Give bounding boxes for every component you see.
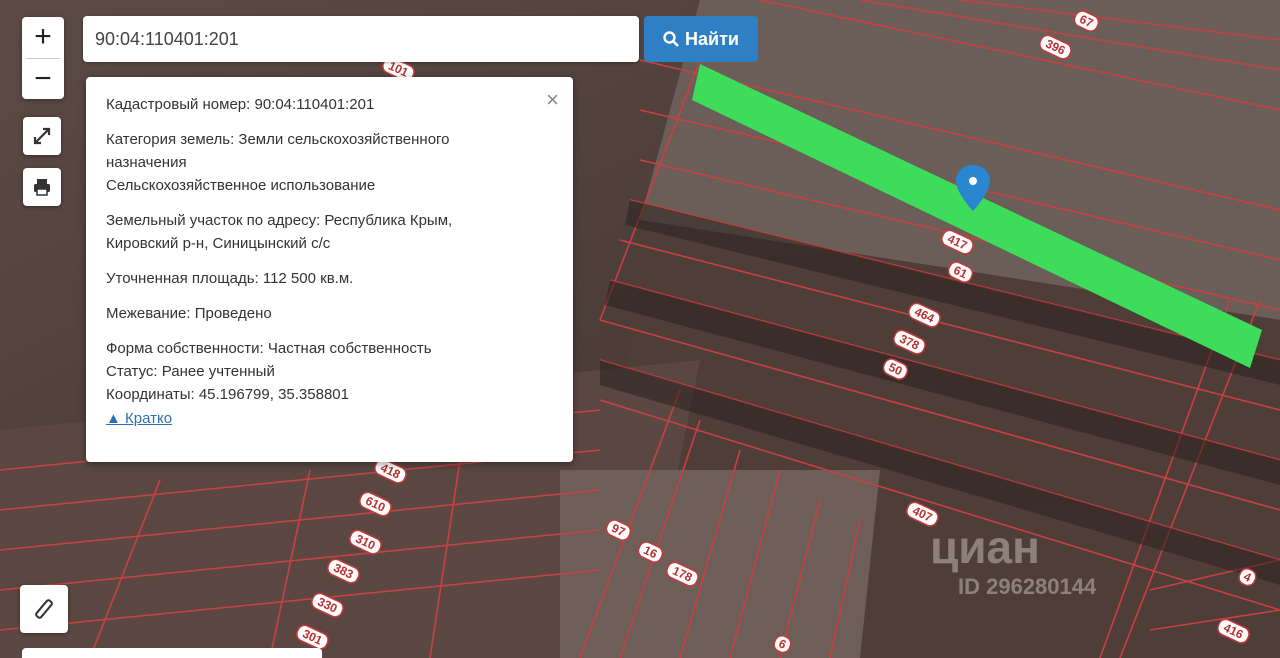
bottom-panel-edge <box>22 648 322 658</box>
print-button[interactable] <box>23 168 61 206</box>
land-category: Категория земель: Земли сельскохозяйстве… <box>106 131 450 148</box>
search-icon <box>663 31 679 47</box>
address-cont: Кировский р-н, Синицынский с/с <box>106 235 331 252</box>
permitted-use: Сельскохозяйственное использование <box>106 177 376 194</box>
measure-button[interactable] <box>20 585 68 633</box>
zoom-out-button[interactable]: − <box>22 59 64 99</box>
cadastral-number: Кадастровый номер: 90:04:110401:201 <box>106 96 375 113</box>
parcel-info-popup: × Кадастровый номер: 90:04:110401:201 Ка… <box>86 77 573 462</box>
watermark-id: ID 296280144 <box>958 574 1097 599</box>
expand-icon <box>33 127 51 145</box>
collapse-link[interactable]: ▲ Кратко <box>106 410 172 427</box>
ownership-form: Форма собственности: Частная собственнос… <box>106 340 432 357</box>
zoom-control: + − <box>22 17 64 99</box>
ruler-icon <box>35 599 53 619</box>
search-input[interactable]: 90:04:110401:201 <box>83 16 639 62</box>
land-category-cont: назначения <box>106 154 187 171</box>
watermark: циан ID 296280144 <box>930 520 1096 600</box>
survey-status: Межевание: Проведено <box>106 305 272 322</box>
address: Земельный участок по адресу: Республика … <box>106 212 453 229</box>
record-status: Статус: Ранее учтенный <box>106 363 275 380</box>
close-icon[interactable]: × <box>546 87 559 113</box>
watermark-brand: циан <box>930 521 1040 573</box>
search-button[interactable]: Найти <box>644 16 758 62</box>
zoom-in-button[interactable]: + <box>22 17 64 57</box>
fullscreen-button[interactable] <box>23 117 61 155</box>
search-button-label: Найти <box>685 28 739 49</box>
print-icon <box>34 179 50 196</box>
coordinates: Координаты: 45.196799, 35.358801 <box>106 386 349 403</box>
area: Уточненная площадь: 112 500 кв.м. <box>106 270 354 287</box>
